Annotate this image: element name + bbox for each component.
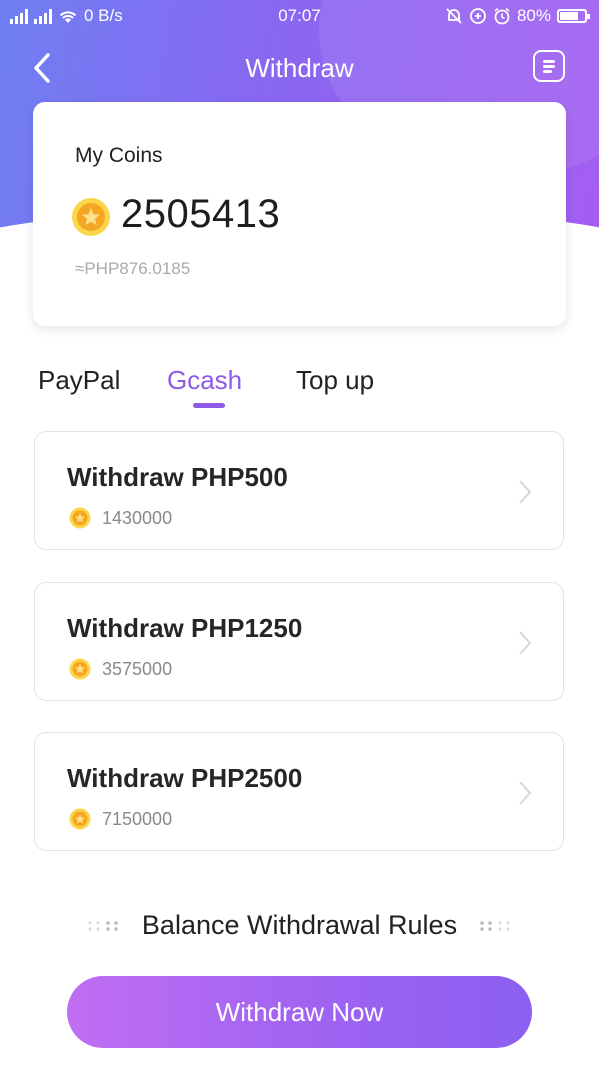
option-title: Withdraw PHP500: [67, 462, 288, 492]
coin-icon: [69, 658, 91, 680]
battery-level: [560, 12, 578, 20]
alarm-icon: [494, 7, 510, 25]
status-bar: 0 B/s 07:07 80%: [0, 0, 599, 34]
option-title: Withdraw PHP2500: [67, 763, 303, 793]
document-list-icon[interactable]: [533, 50, 565, 82]
withdraw-now-button[interactable]: Withdraw Now: [67, 976, 532, 1048]
tab-top-up[interactable]: Top up: [296, 365, 374, 396]
coins-balance: 2505413: [121, 192, 281, 236]
dotted-divider-icon: [480, 921, 510, 931]
coins-label: My Coins: [75, 144, 163, 167]
option-cost: 3575000: [102, 659, 173, 679]
chevron-right-icon: [519, 480, 532, 504]
tab-gcash[interactable]: Gcash: [167, 365, 242, 396]
page-title: Withdraw: [245, 53, 354, 83]
data-saver-icon: [470, 8, 486, 24]
coin-icon: [72, 198, 110, 236]
active-tab-indicator: [193, 403, 225, 408]
tab-paypal[interactable]: PayPal: [38, 365, 120, 396]
option-cost: 1430000: [102, 508, 173, 528]
option-cost: 7150000: [102, 809, 173, 829]
coins-card: My Coins 2505413 ≈PHP876.0185: [33, 102, 566, 326]
status-right: 80%: [445, 6, 590, 26]
withdraw-option-php1250[interactable]: Withdraw PHP1250 3575000: [34, 582, 564, 701]
coins-php-equivalent: ≈PHP876.0185: [75, 259, 191, 278]
coin-icon: [69, 808, 91, 830]
withdraw-option-php500[interactable]: Withdraw PHP500 1430000: [34, 431, 564, 550]
battery-icon: [557, 9, 590, 23]
chevron-right-icon: [519, 781, 532, 805]
mute-bell-icon: [446, 8, 462, 24]
withdraw-option-php2500[interactable]: Withdraw PHP2500 7150000: [34, 732, 564, 851]
battery-percent: 80%: [516, 6, 551, 25]
coin-icon: [69, 507, 91, 529]
chevron-right-icon: [519, 631, 532, 655]
option-title: Withdraw PHP1250: [67, 613, 303, 643]
